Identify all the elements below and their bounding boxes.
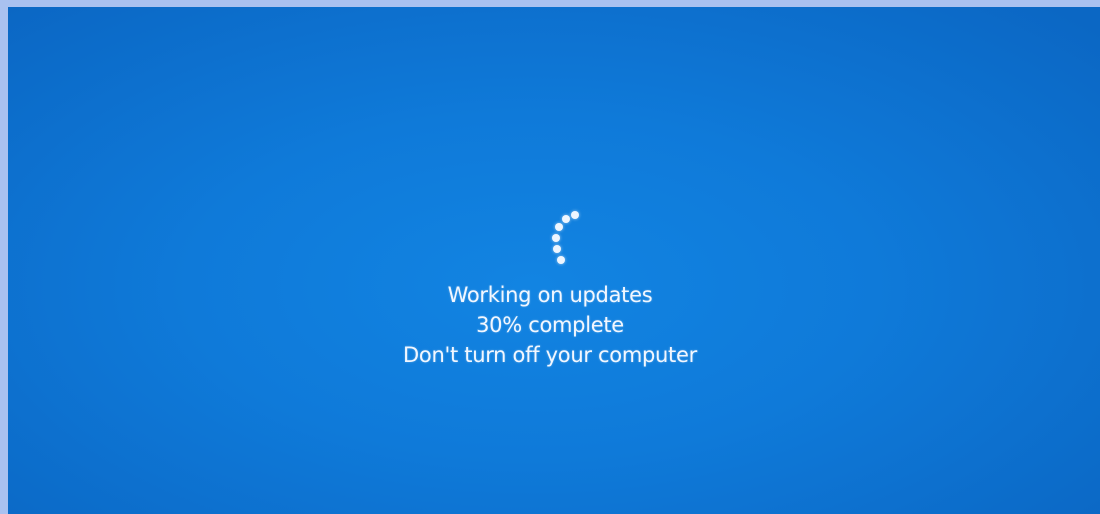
spinner-dot [557, 256, 565, 264]
shutdown-warning-text: Don't turn off your computer [403, 343, 697, 367]
loading-spinner-icon [542, 205, 590, 269]
spinner-dot [552, 234, 560, 242]
spinner-dot [571, 211, 579, 219]
update-message-block: Working on updates 30% complete Don't tu… [0, 280, 1100, 370]
windows-update-screen [8, 7, 1100, 514]
spinner-dot [562, 215, 570, 223]
spinner-dot [555, 223, 563, 231]
spinner-dot [553, 245, 561, 253]
update-status-text: Working on updates [447, 283, 653, 307]
monitor-frame: Working on updates 30% complete Don't tu… [0, 0, 1100, 514]
update-progress-text: 30% complete [476, 313, 624, 337]
